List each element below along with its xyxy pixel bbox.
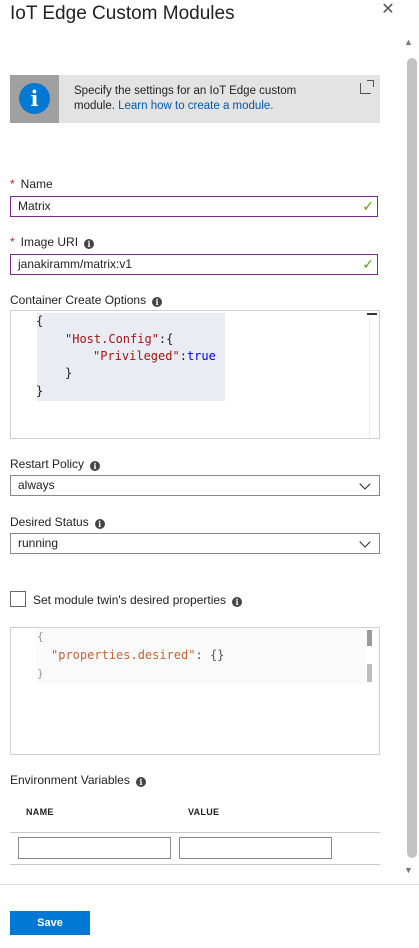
- twin-desired-properties-label: Set module twin's desired properties i: [33, 593, 243, 607]
- code-line-2: "Host.Config":{: [65, 332, 174, 346]
- info-icon-box: i: [10, 75, 59, 123]
- name-input[interactable]: Matrix ✓: [10, 196, 378, 217]
- table-divider: [10, 832, 380, 833]
- image-uri-input-value: janakiramm/matrix:v1: [18, 257, 133, 271]
- column-header-value: VALUE: [188, 807, 220, 817]
- desired-status-label-text: Desired Status: [10, 515, 89, 529]
- close-icon[interactable]: ✕: [380, 2, 396, 18]
- checkmark-icon: ✓: [362, 198, 374, 214]
- image-uri-label-text: Image URI: [20, 235, 79, 249]
- save-button[interactable]: Save: [10, 911, 90, 935]
- chevron-down-icon: [359, 536, 371, 548]
- code-line-1: {: [36, 314, 44, 328]
- page-title: IoT Edge Custom Modules: [10, 3, 235, 24]
- restart-policy-select[interactable]: always: [10, 475, 380, 496]
- info-banner: i Specify the settings for an IoT Edge c…: [10, 75, 380, 123]
- code-line-4: }: [65, 366, 73, 380]
- desired-status-value: running: [18, 536, 59, 550]
- editor-scrollbar[interactable]: [367, 313, 380, 438]
- image-uri-input[interactable]: janakiramm/matrix:v1 ✓: [10, 254, 378, 275]
- desired-status-label: Desired Status i: [10, 515, 105, 529]
- name-label: * Name: [10, 177, 53, 191]
- twin-desired-properties-label-text: Set module twin's desired properties: [33, 593, 227, 607]
- scrollbar-thumb[interactable]: [407, 58, 417, 858]
- info-banner-text: Specify the settings for an IoT Edge cus…: [74, 84, 324, 114]
- container-create-options-label: Container Create Options i: [10, 293, 163, 307]
- name-input-value: Matrix: [18, 199, 51, 213]
- image-uri-label: * Image URI i: [10, 235, 95, 249]
- footer-divider: [0, 884, 419, 885]
- code-line-3: "Privileged":true: [93, 349, 216, 363]
- info-icon[interactable]: i: [94, 519, 105, 529]
- info-icon[interactable]: i: [135, 777, 146, 787]
- learn-more-link[interactable]: Learn how to create a module.: [118, 100, 273, 112]
- container-create-options-label-text: Container Create Options: [10, 293, 147, 307]
- table-divider: [10, 864, 380, 865]
- column-header-name: NAME: [26, 807, 54, 817]
- desired-status-select[interactable]: running: [10, 533, 380, 554]
- info-icon[interactable]: i: [152, 297, 163, 307]
- restart-policy-label-text: Restart Policy: [10, 457, 85, 471]
- editor-scrollbar-lower[interactable]: [367, 664, 372, 682]
- environment-variables-label-text: Environment Variables: [10, 773, 130, 787]
- code-line-3: }: [37, 667, 44, 680]
- code-line-5: }: [36, 384, 44, 398]
- twin-desired-properties-checkbox[interactable]: [10, 591, 26, 607]
- chevron-down-icon: [359, 478, 371, 490]
- code-line-2: "properties.desired": {}: [51, 648, 224, 662]
- container-create-options-editor[interactable]: { "Host.Config":{ "Privileged":true } }: [10, 310, 380, 439]
- checkmark-icon: ✓: [362, 256, 374, 272]
- required-marker: *: [10, 177, 15, 191]
- code-key-host-config: "Host.Config": [65, 332, 159, 346]
- editor-scrollbar[interactable]: [367, 630, 372, 646]
- code-empty-object: : {}: [195, 648, 225, 662]
- env-var-name-input[interactable]: [18, 837, 171, 859]
- code-value-true: true: [186, 349, 216, 363]
- code-line-1: {: [37, 630, 44, 643]
- env-var-value-input[interactable]: [179, 837, 332, 859]
- code-key-privileged: "Privileged": [93, 349, 180, 363]
- info-icon[interactable]: i: [84, 239, 95, 249]
- name-label-text: Name: [20, 177, 53, 191]
- environment-variables-label: Environment Variables i: [10, 773, 146, 787]
- info-icon: i: [19, 83, 50, 114]
- scroll-down-arrow-icon[interactable]: ▼: [404, 865, 413, 875]
- editor-scroll-indicator: [367, 313, 377, 315]
- required-marker: *: [10, 235, 15, 249]
- external-link-icon[interactable]: [360, 80, 374, 94]
- info-icon[interactable]: i: [90, 461, 101, 471]
- twin-properties-editor[interactable]: { "properties.desired": {} }: [10, 627, 380, 755]
- restart-policy-label: Restart Policy i: [10, 457, 101, 471]
- restart-policy-value: always: [18, 478, 55, 492]
- info-icon[interactable]: i: [232, 597, 243, 607]
- code-key-properties-desired: "properties.desired": [51, 648, 196, 662]
- scroll-up-arrow-icon[interactable]: ▲: [404, 37, 413, 47]
